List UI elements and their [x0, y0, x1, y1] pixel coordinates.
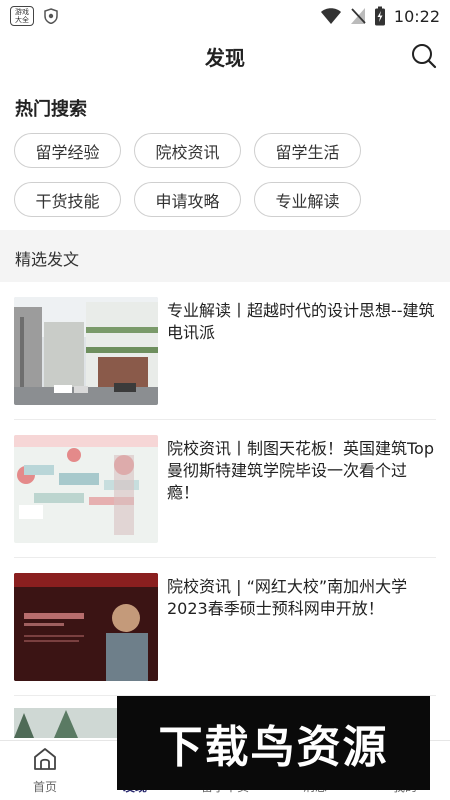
game-app-notification-icon: 游戏 大全	[10, 6, 34, 26]
title-bar: 发现	[0, 32, 450, 82]
featured-section-header: 精选发文	[0, 230, 450, 282]
tag-chip[interactable]: 申请攻略	[134, 182, 241, 217]
hot-search-tags: 留学经验 院校资讯 留学生活 干货技能 申请攻略 专业解读	[14, 133, 374, 217]
article-thumbnail-drawing	[14, 435, 158, 543]
article-thumbnail-street	[14, 297, 158, 405]
article-title: 院校资讯丨制图天花板！英国建筑Top曼彻斯特建筑学院毕设一次看个过瘾！	[167, 439, 435, 502]
hot-search-title: 热门搜索	[15, 99, 87, 120]
tag-chip[interactable]: 留学生活	[254, 133, 361, 168]
article-item[interactable]: 院校资讯 | “网红大校”南加州大学2023春季硕士预科网申开放！	[14, 558, 436, 696]
article-item[interactable]: 院校资讯丨制图天花板！英国建筑Top曼彻斯特建筑学院毕设一次看个过瘾！	[14, 420, 436, 558]
home-icon	[34, 748, 56, 770]
article-thumbnail-academy	[14, 573, 158, 681]
article-item[interactable]: 专业解读丨超越时代的设计思想--建筑电讯派	[14, 282, 436, 420]
search-icon[interactable]	[410, 42, 438, 70]
tag-chip[interactable]: 留学经验	[14, 133, 121, 168]
article-title: 院校资讯 | “网红大校”南加州大学2023春季硕士预科网申开放！	[167, 577, 408, 618]
watermark-banner: 下载鸟资源	[117, 696, 430, 790]
page-title: 发现	[205, 46, 245, 70]
article-title: 专业解读丨超越时代的设计思想--建筑电讯派	[167, 301, 435, 342]
wifi-icon	[320, 8, 341, 24]
status-bar: 游戏 大全 10:22	[0, 0, 450, 32]
nav-item-home[interactable]: 首页	[0, 741, 90, 800]
featured-section-title: 精选发文	[15, 250, 80, 269]
battery-charging-icon	[374, 6, 385, 26]
nav-label: 首页	[32, 780, 57, 794]
tag-chip[interactable]: 院校资讯	[134, 133, 241, 168]
status-time: 10:22	[393, 6, 440, 26]
tag-chip[interactable]: 干货技能	[14, 182, 121, 217]
article-list: 专业解读丨超越时代的设计思想--建筑电讯派 院校资讯丨制图天花板！英国建筑Top…	[0, 282, 450, 696]
tag-chip[interactable]: 专业解读	[254, 182, 361, 217]
shield-icon	[44, 8, 58, 24]
no-signal-icon	[350, 8, 366, 24]
